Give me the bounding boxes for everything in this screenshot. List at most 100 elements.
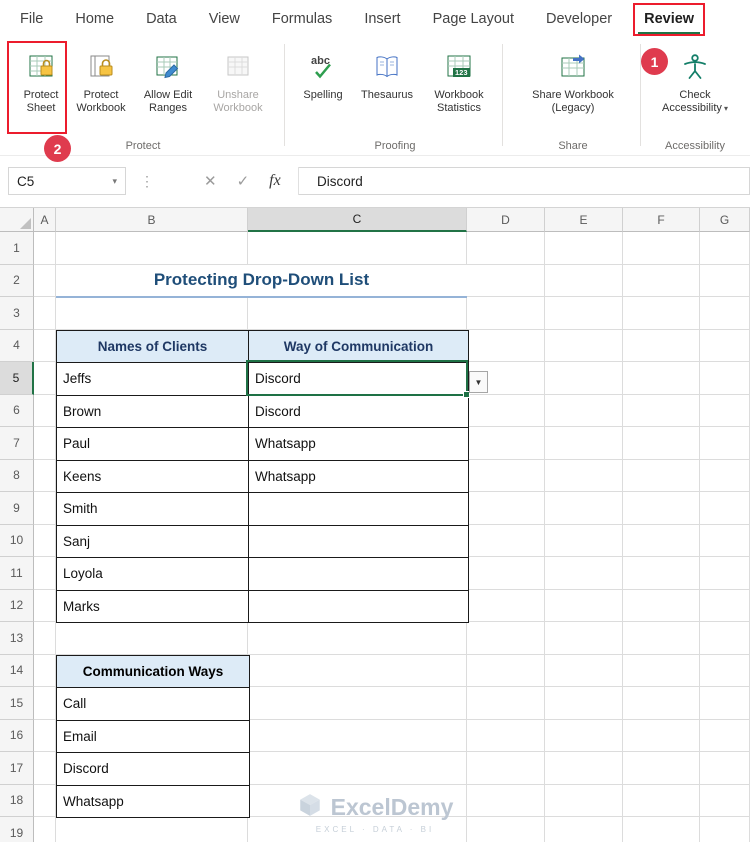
grid-cell-D1[interactable] bbox=[467, 232, 545, 265]
grid-cell-G14[interactable] bbox=[700, 654, 750, 687]
unshare-workbook-button[interactable]: Unshare Workbook bbox=[203, 48, 273, 115]
cell-B18[interactable]: Whatsapp bbox=[57, 785, 250, 818]
grid-cell-A11[interactable] bbox=[34, 557, 56, 590]
tab-review[interactable]: Review bbox=[633, 0, 706, 38]
grid-cell-A8[interactable] bbox=[34, 459, 56, 492]
grid-cell-G10[interactable] bbox=[700, 524, 750, 557]
confirm-entry-button[interactable]: ✓ bbox=[237, 172, 250, 190]
grid-cell-A17[interactable] bbox=[34, 752, 56, 785]
grid-cell-C13[interactable] bbox=[248, 622, 467, 655]
grid-cell-G2[interactable] bbox=[700, 264, 750, 297]
grid-cell-G17[interactable] bbox=[700, 752, 750, 785]
grid-cell-A15[interactable] bbox=[34, 687, 56, 720]
grid-cell-E15[interactable] bbox=[545, 687, 623, 720]
grid-cell-A6[interactable] bbox=[34, 394, 56, 427]
grid-cell-A4[interactable] bbox=[34, 329, 56, 362]
tab-page-layout[interactable]: Page Layout bbox=[433, 0, 514, 38]
grid-cell-D17[interactable] bbox=[467, 752, 545, 785]
grid-cell-A12[interactable] bbox=[34, 589, 56, 622]
insert-function-button[interactable]: fx bbox=[269, 172, 281, 190]
clients-table-header-way[interactable]: Way of Communication bbox=[249, 330, 469, 363]
sheet-title-cell[interactable]: Protecting Drop-Down List bbox=[56, 264, 467, 298]
grid-cell-F5[interactable] bbox=[623, 362, 700, 395]
grid-cell-D4[interactable] bbox=[467, 329, 545, 362]
grid-cell-F8[interactable] bbox=[623, 459, 700, 492]
grid-cell-D16[interactable] bbox=[467, 719, 545, 752]
cell-B11[interactable]: Loyola bbox=[57, 558, 249, 591]
grid-cell-C3[interactable] bbox=[248, 297, 467, 330]
row-header-9[interactable]: 9 bbox=[0, 492, 34, 525]
cell-C12[interactable] bbox=[249, 590, 469, 623]
column-header-D[interactable]: D bbox=[467, 208, 545, 232]
grid-cell-D11[interactable] bbox=[467, 557, 545, 590]
grid-cell-D12[interactable] bbox=[467, 589, 545, 622]
row-header-3[interactable]: 3 bbox=[0, 297, 34, 330]
row-header-16[interactable]: 16 bbox=[0, 719, 34, 752]
grid-cell-G7[interactable] bbox=[700, 427, 750, 460]
workbook-statistics-button[interactable]: 123 Workbook Statistics bbox=[423, 48, 495, 115]
row-header-12[interactable]: 12 bbox=[0, 589, 34, 622]
grid-cell-B13[interactable] bbox=[56, 622, 248, 655]
grid-cell-F7[interactable] bbox=[623, 427, 700, 460]
cell-B9[interactable]: Smith bbox=[57, 493, 249, 526]
grid-cell-A5[interactable] bbox=[34, 362, 56, 395]
row-header-15[interactable]: 15 bbox=[0, 687, 34, 720]
cell-B10[interactable]: Sanj bbox=[57, 525, 249, 558]
cell-C10[interactable] bbox=[249, 525, 469, 558]
cell-C11[interactable] bbox=[249, 558, 469, 591]
grid-cell-E3[interactable] bbox=[545, 297, 623, 330]
grid-cell-E10[interactable] bbox=[545, 524, 623, 557]
grid-cell-A10[interactable] bbox=[34, 524, 56, 557]
grid-cell-F15[interactable] bbox=[623, 687, 700, 720]
row-header-8[interactable]: 8 bbox=[0, 459, 34, 492]
column-header-C[interactable]: C bbox=[248, 208, 467, 232]
grid-cell-A1[interactable] bbox=[34, 232, 56, 265]
grid-cell-D14[interactable] bbox=[467, 654, 545, 687]
column-header-A[interactable]: A bbox=[34, 208, 56, 232]
grid-cell-E16[interactable] bbox=[545, 719, 623, 752]
grid-cell-F11[interactable] bbox=[623, 557, 700, 590]
ways-table-header[interactable]: Communication Ways bbox=[57, 655, 250, 688]
grid-cell-G6[interactable] bbox=[700, 394, 750, 427]
grid-cell-F14[interactable] bbox=[623, 654, 700, 687]
grid-cell-F3[interactable] bbox=[623, 297, 700, 330]
row-header-11[interactable]: 11 bbox=[0, 557, 34, 590]
grid-cell-F13[interactable] bbox=[623, 622, 700, 655]
row-header-2[interactable]: 2 bbox=[0, 264, 34, 297]
cell-C9[interactable] bbox=[249, 493, 469, 526]
grid-cell-E5[interactable] bbox=[545, 362, 623, 395]
formula-input[interactable]: Discord bbox=[299, 167, 750, 195]
grid-cell-A7[interactable] bbox=[34, 427, 56, 460]
grid-cell-A13[interactable] bbox=[34, 622, 56, 655]
cell-B7[interactable]: Paul bbox=[57, 428, 249, 461]
grid-cell-F6[interactable] bbox=[623, 394, 700, 427]
grid-cell-F17[interactable] bbox=[623, 752, 700, 785]
allow-edit-ranges-button[interactable]: Allow Edit Ranges bbox=[133, 48, 203, 115]
grid-cell-E1[interactable] bbox=[545, 232, 623, 265]
cell-B16[interactable]: Email bbox=[57, 720, 250, 753]
cancel-entry-button[interactable]: ✕ bbox=[204, 172, 217, 190]
spelling-button[interactable]: abc Spelling bbox=[295, 48, 351, 102]
grid-cell-E13[interactable] bbox=[545, 622, 623, 655]
cell-C7[interactable]: Whatsapp bbox=[249, 428, 469, 461]
data-validation-dropdown-button[interactable]: ▼ bbox=[469, 371, 488, 393]
grid-cell-C16[interactable] bbox=[248, 719, 467, 752]
column-header-E[interactable]: E bbox=[545, 208, 623, 232]
grid-cell-B1[interactable] bbox=[56, 232, 248, 265]
tab-formulas[interactable]: Formulas bbox=[272, 0, 332, 38]
grid-cell-G1[interactable] bbox=[700, 232, 750, 265]
grid-cell-E6[interactable] bbox=[545, 394, 623, 427]
grid-cell-E9[interactable] bbox=[545, 492, 623, 525]
grid-cell-D13[interactable] bbox=[467, 622, 545, 655]
cell-B5[interactable]: Jeffs bbox=[57, 363, 249, 396]
name-box[interactable]: C5 ▾ bbox=[8, 167, 126, 195]
row-header-1[interactable]: 1 bbox=[0, 232, 34, 265]
grid-cell-A3[interactable] bbox=[34, 297, 56, 330]
cell-B15[interactable]: Call bbox=[57, 688, 250, 721]
grid-cell-A16[interactable] bbox=[34, 719, 56, 752]
grid-cell-A14[interactable] bbox=[34, 654, 56, 687]
grid-cell-F1[interactable] bbox=[623, 232, 700, 265]
grid-cell-G4[interactable] bbox=[700, 329, 750, 362]
grid-cell-F10[interactable] bbox=[623, 524, 700, 557]
grid-cell-D2[interactable] bbox=[467, 264, 545, 297]
